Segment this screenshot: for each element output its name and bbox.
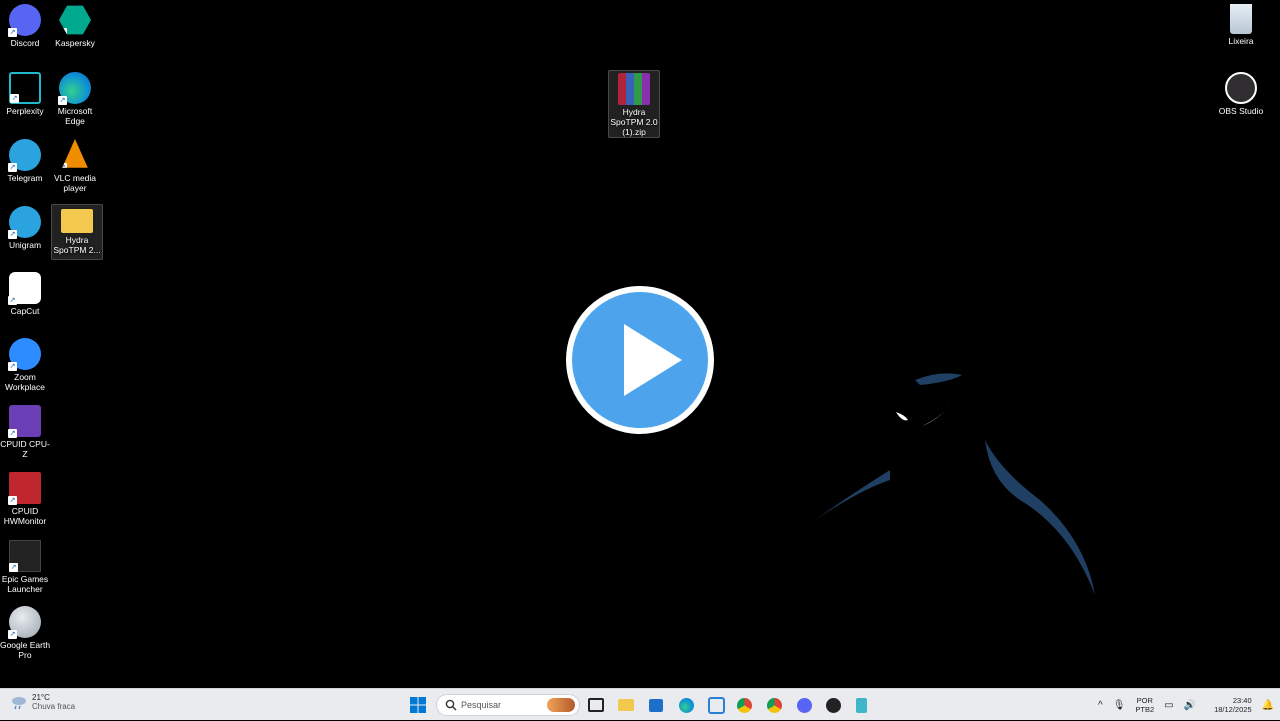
epic-games-icon: ↗ — [9, 540, 41, 572]
desktop-icon-unigram[interactable]: ↗ Unigram — [0, 206, 50, 250]
desktop-icon-label: Zoom Workplace — [5, 372, 45, 392]
desktop-icon-label: OBS Studio — [1218, 106, 1264, 116]
vlc-icon: ↗ — [62, 139, 88, 168]
clock[interactable]: 23:40 18/12/2025 — [1214, 696, 1252, 714]
weather-widget[interactable]: 21°C Chuva fraca — [10, 693, 75, 711]
notification-icon[interactable]: 🔔 — [1262, 700, 1274, 711]
desktop-icon-telegram[interactable]: ↗ Telegram — [0, 139, 50, 183]
desktop-icon-perplexity[interactable]: ↗ Perplexity — [0, 72, 50, 116]
chrome-icon[interactable] — [734, 695, 754, 715]
desktop-icon-label: Kaspersky — [55, 38, 95, 48]
search-placeholder: Pesquisar — [461, 700, 502, 710]
store-icon[interactable] — [646, 695, 666, 715]
edge-icon[interactable] — [676, 695, 696, 715]
windows-start-icon[interactable] — [408, 695, 428, 715]
desktop-icon-label: Google Earth Pro — [0, 640, 51, 660]
desktop-icon-label: Epic Games Launcher — [1, 574, 49, 594]
desktop-icon-label: Perplexity — [6, 106, 44, 116]
desktop-icon-google-earth[interactable]: ↗ Google Earth Pro — [0, 606, 50, 660]
clock-time: 23:40 — [1232, 696, 1252, 705]
system-tray: ^ 🎙 POR PTB2 ▭ 🔊 23:40 18/12/2025 🔔 — [1098, 689, 1274, 721]
search-icon — [445, 699, 457, 711]
windows-logo — [410, 697, 426, 713]
lang-top: POR — [1136, 696, 1153, 705]
desktop-icon-vlc[interactable]: ↗ VLC media player — [50, 139, 100, 193]
play-triangle — [624, 324, 682, 396]
obs-icon — [1225, 72, 1257, 104]
task-view-icon[interactable] — [586, 695, 606, 715]
play-button-icon[interactable] — [566, 286, 714, 434]
desktop-icon-label: Hydra SpoTPM 2.0 (1).zip — [610, 107, 658, 137]
hwmonitor-icon: ↗ — [8, 472, 41, 505]
desktop-icon-capcut[interactable]: ↗ CapCut — [0, 272, 50, 316]
zoom-icon: ↗ — [8, 338, 41, 371]
desktop-file-hydra-zip[interactable]: Hydra SpoTPM 2.0 (1).zip — [608, 70, 660, 138]
desktop-icon-label: Hydra SpoTPM 2... — [53, 235, 101, 255]
chevron-up-icon[interactable]: ^ — [1098, 700, 1103, 711]
desktop-icon-label: VLC media player — [53, 173, 97, 193]
capcut-icon: ↗ — [8, 272, 41, 305]
desktop-icon-label: CPUID HWMonitor — [3, 506, 47, 526]
snipping-icon[interactable] — [706, 695, 726, 715]
weather-temp: 21°C — [32, 693, 50, 702]
cpuz-icon: ↗ — [8, 405, 41, 438]
desktop-icon-label: CapCut — [10, 306, 40, 316]
recycle-bin-icon — [1230, 4, 1252, 34]
clock-date: 18/12/2025 — [1214, 705, 1252, 714]
google-earth-icon: ↗ — [8, 606, 41, 639]
language-indicator[interactable]: POR PTB2 — [1135, 696, 1154, 714]
desktop-icon-cpuz[interactable]: ↗ CPUID CPU-Z — [0, 405, 50, 459]
taskbar-search[interactable]: Pesquisar — [436, 694, 580, 716]
weather-cloud-rain-icon — [12, 697, 26, 710]
desktop-icon-zoom[interactable]: ↗ Zoom Workplace — [0, 338, 50, 392]
desktop-icon-label: Microsoft Edge — [57, 106, 93, 126]
microphone-icon[interactable]: 🎙 — [1113, 700, 1126, 711]
unigram-icon: ↗ — [8, 206, 41, 239]
desktop-icon-discord[interactable]: ↗ Discord — [0, 4, 50, 48]
desktop-icon-label: Lixeira — [1228, 36, 1254, 46]
telegram-icon: ↗ — [8, 139, 41, 172]
desktop-icon-recycle-bin[interactable]: Lixeira — [1216, 4, 1266, 46]
search-highlight-icon — [547, 698, 575, 712]
file-explorer-icon[interactable] — [616, 695, 636, 715]
chrome-icon[interactable] — [764, 695, 784, 715]
desktop[interactable]: ↗ Discord ↗ Kaspersky ↗ Perplexity ↗ Mic… — [0, 0, 1280, 688]
winrar-archive-icon — [618, 73, 650, 105]
desktop-icon-label: Telegram — [7, 173, 43, 183]
taskbar: 21°C Chuva fraca Pesquisar ^ 🎙 POR PTB2 … — [0, 688, 1280, 720]
folder-icon — [61, 209, 93, 233]
desktop-icon-hydra-folder[interactable]: Hydra SpoTPM 2... — [51, 204, 103, 260]
network-icon[interactable]: ▭ — [1164, 700, 1173, 711]
discord-icon[interactable] — [794, 695, 814, 715]
kaspersky-icon: ↗ — [59, 5, 91, 35]
desktop-icon-label: Discord — [10, 38, 40, 48]
desktop-icon-edge[interactable]: ↗ Microsoft Edge — [50, 72, 100, 126]
desktop-icon-hwmonitor[interactable]: ↗ CPUID HWMonitor — [0, 472, 50, 526]
volume-icon[interactable]: 🔊 — [1184, 700, 1196, 711]
weather-desc: Chuva fraca — [32, 702, 76, 711]
edge-icon: ↗ — [58, 72, 91, 105]
lang-bottom: PTB2 — [1135, 705, 1155, 714]
desktop-icon-label: Unigram — [8, 240, 42, 250]
desktop-icon-label: CPUID CPU-Z — [0, 439, 50, 459]
perplexity-icon: ↗ — [9, 72, 41, 104]
desktop-icon-obs[interactable]: OBS Studio — [1216, 72, 1266, 116]
notepad-icon[interactable] — [851, 695, 871, 715]
desktop-icon-epic-games[interactable]: ↗ Epic Games Launcher — [0, 540, 50, 594]
app-icon[interactable] — [823, 695, 843, 715]
discord-icon: ↗ — [8, 4, 41, 37]
desktop-icon-kaspersky[interactable]: ↗ Kaspersky — [50, 4, 100, 48]
